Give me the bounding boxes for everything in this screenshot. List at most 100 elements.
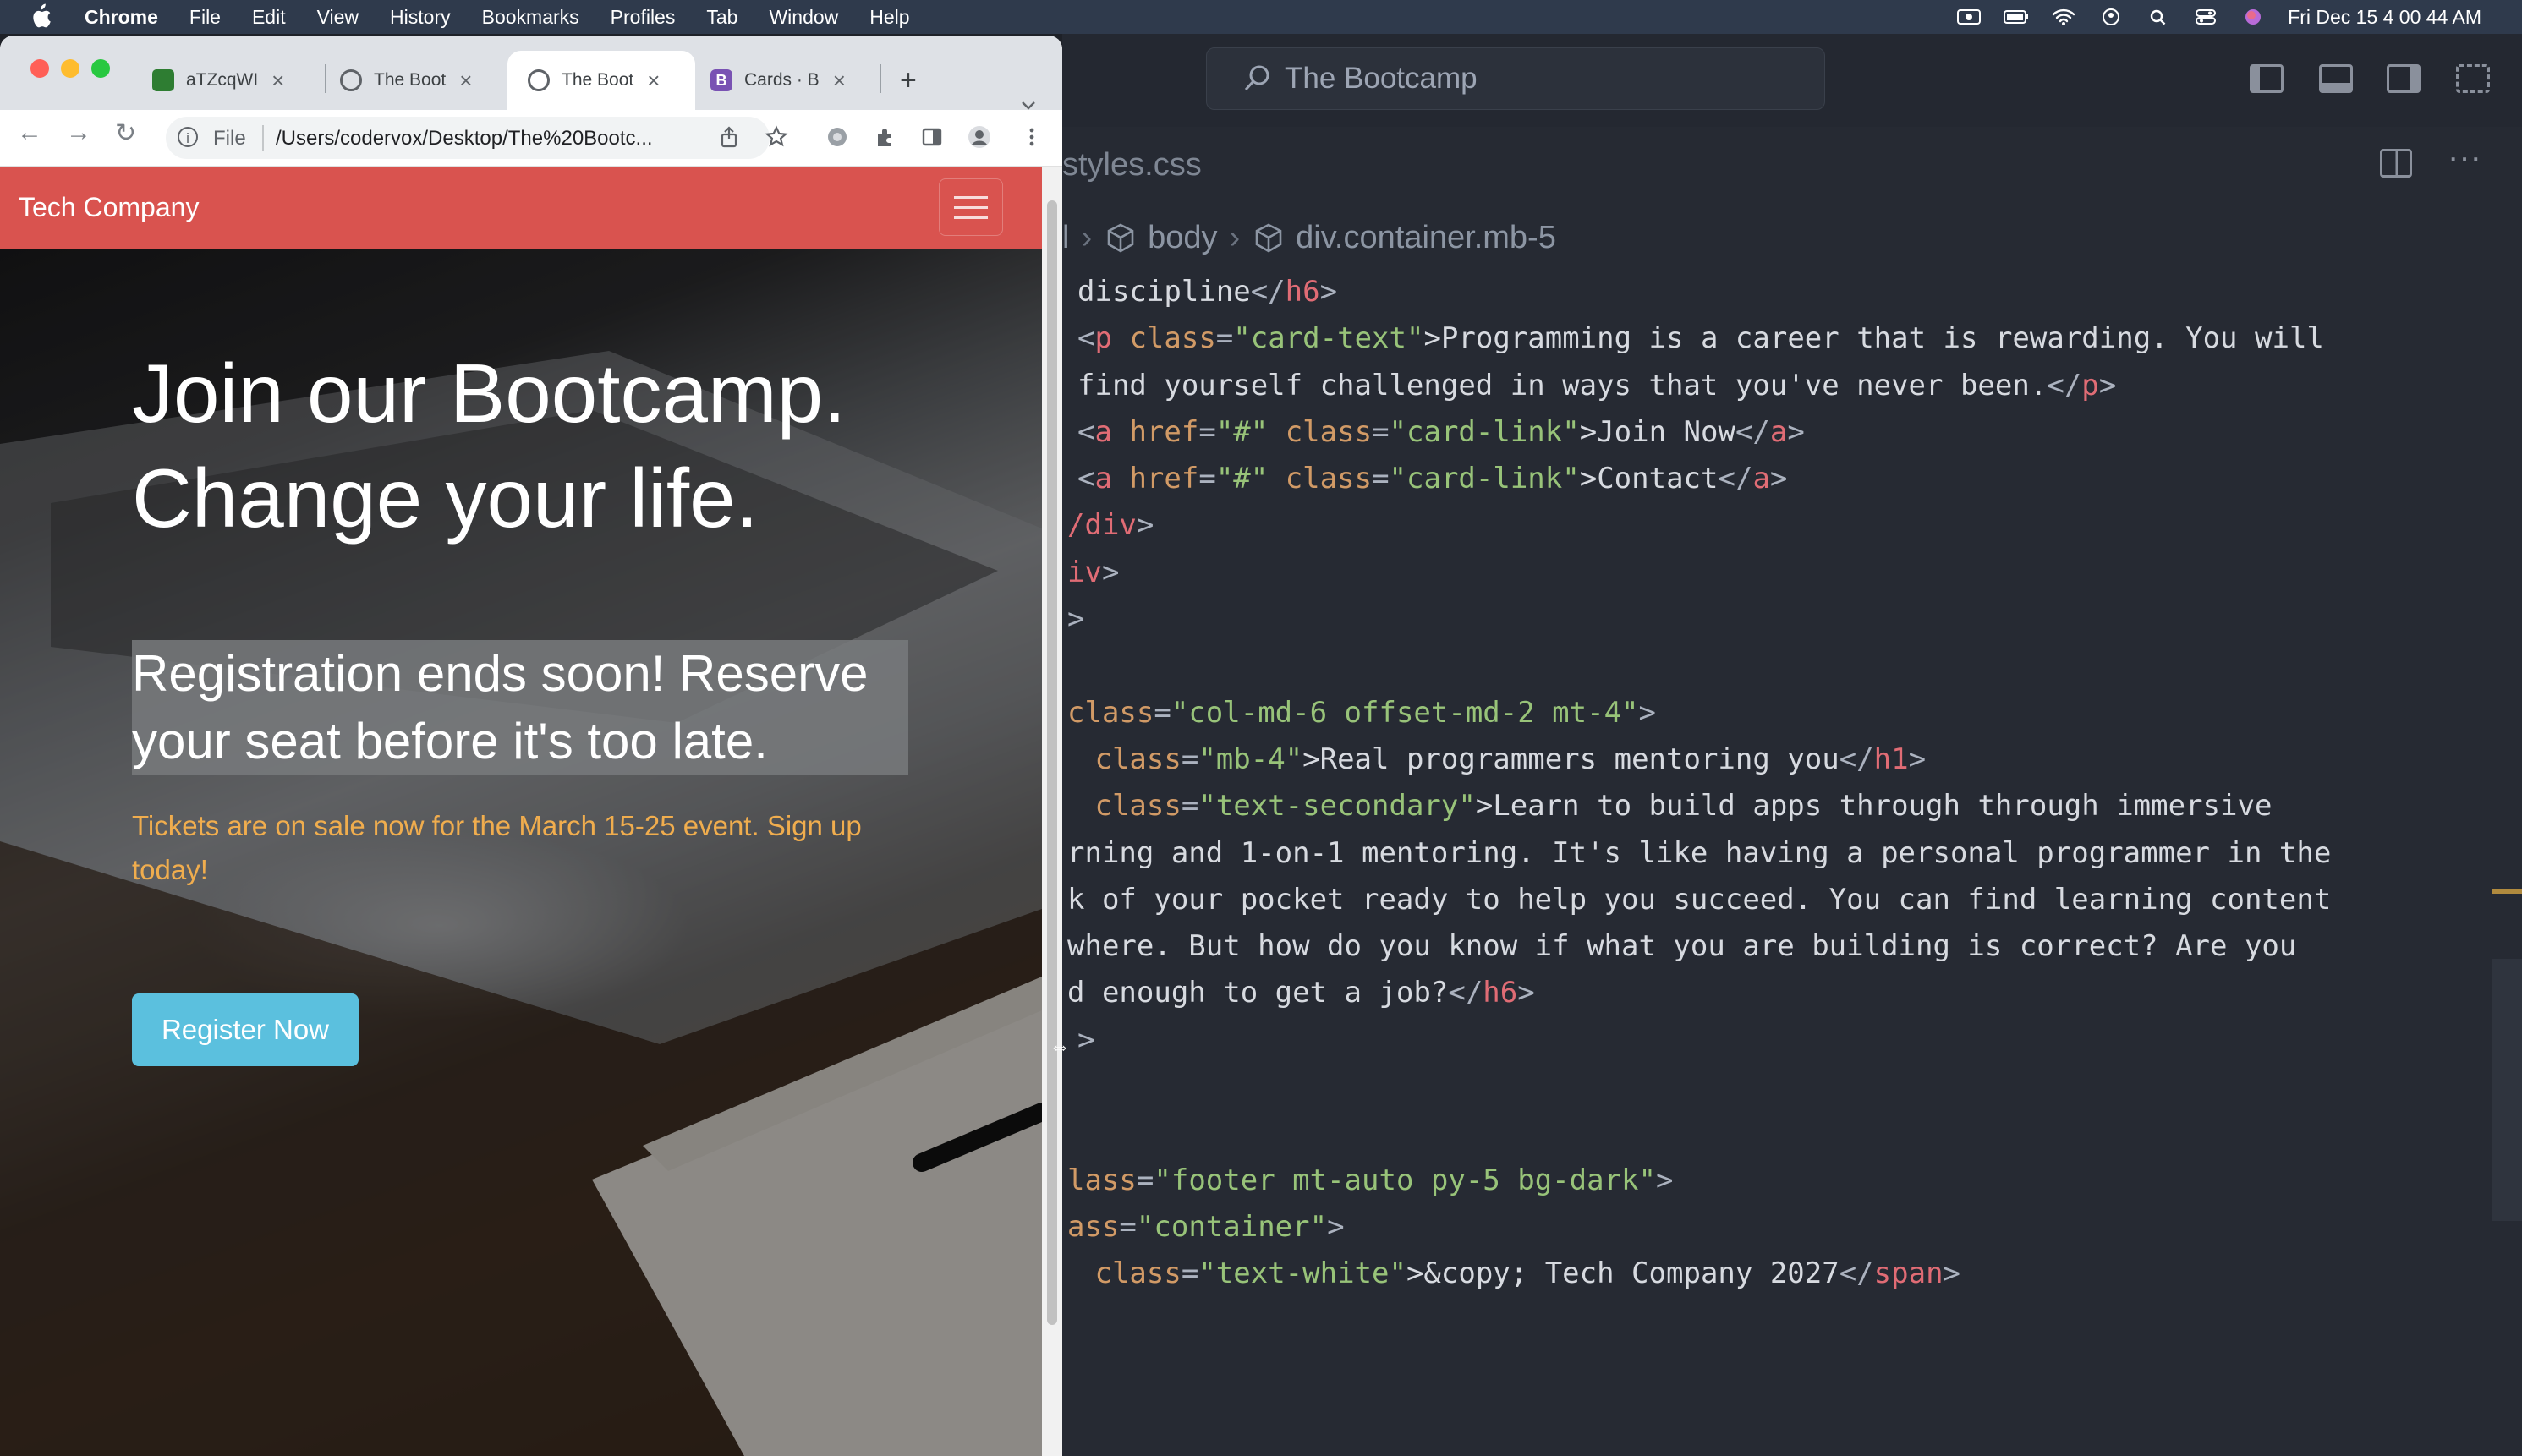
menu-tab[interactable]: Tab (706, 6, 737, 29)
code-line[interactable]: ass="container"> (1062, 1204, 2331, 1251)
code-token: >Programming is a career that is rewardi… (1423, 321, 2324, 356)
toggle-primary-sidebar-icon[interactable] (2250, 64, 2284, 93)
more-actions-icon[interactable]: ··· (2448, 139, 2481, 177)
scrollbar-thumb[interactable] (1047, 200, 1057, 1325)
web-page-viewport[interactable]: Tech Company Join our Bootcamp. Change y… (0, 167, 1042, 1456)
code-line[interactable] (1062, 643, 2331, 689)
side-panel-icon[interactable] (920, 125, 944, 149)
spotlight-search-icon[interactable] (2146, 8, 2171, 26)
reload-icon[interactable]: ↻ (115, 118, 136, 148)
menu-app-name[interactable]: Chrome (85, 6, 158, 29)
close-icon[interactable]: × (271, 68, 284, 94)
code-line[interactable]: d enough to get a job?</h6> (1062, 970, 2331, 1016)
address-bar[interactable]: i File /Users/codervox/Desktop/The%20Boo… (166, 117, 770, 159)
code-line[interactable]: iv> (1062, 550, 2331, 596)
code-line[interactable]: lass="footer mt-auto py-5 bg-dark"> (1062, 1158, 2331, 1204)
code-line[interactable]: where. But how do you know if what you a… (1062, 923, 2331, 970)
menu-window[interactable]: Window (769, 6, 838, 29)
control-center-icon[interactable] (2193, 8, 2218, 26)
screen-record-icon[interactable] (1956, 8, 1982, 26)
navbar-toggler-hamburger-icon[interactable] (939, 178, 1003, 236)
new-tab-button[interactable]: + (900, 51, 917, 110)
breadcrumb-item[interactable]: body (1148, 220, 1217, 256)
code-line[interactable]: /div> (1062, 502, 2331, 549)
code-token: = (1215, 321, 1234, 356)
code-line[interactable]: find yourself challenged in ways that yo… (1062, 363, 2331, 409)
code-token: k of your pocket ready to help you succe… (1067, 882, 2332, 917)
toggle-panel-icon[interactable] (2319, 64, 2353, 93)
close-window-button[interactable] (30, 59, 49, 78)
navbar-brand[interactable]: Tech Company (19, 192, 199, 223)
toggle-secondary-sidebar-icon[interactable] (2387, 64, 2421, 93)
customize-layout-icon[interactable] (2456, 64, 2490, 93)
share-icon[interactable] (717, 125, 741, 149)
puzzle-extensions-icon[interactable] (873, 125, 896, 149)
close-icon[interactable]: × (833, 68, 846, 94)
code-line[interactable]: > (1062, 1017, 2331, 1064)
split-editor-icon[interactable] (2380, 149, 2412, 178)
code-line[interactable]: k of your pocket ready to help you succe… (1062, 877, 2331, 923)
code-line[interactable]: rning and 1-on-1 mentoring. It's like ha… (1062, 830, 2331, 877)
hero-lead-text-selected[interactable]: Registration ends soon! Reserve your sea… (132, 640, 908, 775)
code-line[interactable]: <a href="#" class="card-link">Contact</a… (1062, 456, 2331, 502)
code-line[interactable]: discipline</h6> (1062, 269, 2331, 315)
browser-tab[interactable]: B Cards · B × (710, 51, 871, 110)
bookmark-star-icon[interactable] (765, 125, 788, 149)
code-token: >Contact (1579, 462, 1719, 496)
back-arrow-icon[interactable]: ← (17, 118, 42, 147)
code-line[interactable]: class="text-secondary">Learn to build ap… (1062, 783, 2331, 829)
profile-avatar-icon[interactable] (968, 125, 991, 149)
info-icon[interactable]: i (178, 127, 198, 147)
minimize-window-button[interactable] (61, 59, 79, 78)
menu-file[interactable]: File (189, 6, 221, 29)
menu-help[interactable]: Help (869, 6, 909, 29)
code-token: > (1656, 1163, 1674, 1197)
code-editor[interactable]: discipline</h6> <p class="card-text">Prog… (1062, 269, 2331, 1298)
browser-tab[interactable]: aTZcqWI × (152, 51, 310, 110)
code-token: class (1111, 321, 1216, 356)
zoom-window-button[interactable] (91, 59, 110, 78)
register-now-button[interactable]: Register Now (132, 993, 359, 1066)
code-token: >&copy; Tech Company 2027 (1406, 1256, 1839, 1291)
close-icon[interactable]: × (459, 68, 472, 94)
code-token: > (1943, 1256, 1961, 1291)
editor-scrollbar-slider[interactable] (2492, 959, 2522, 1221)
page-scrollbar[interactable] (1042, 167, 1062, 1456)
menu-edit[interactable]: Edit (252, 6, 286, 29)
menu-bookmarks[interactable]: Bookmarks (482, 6, 579, 29)
browser-tab-active[interactable]: The Boot × (507, 51, 695, 110)
user-account-icon[interactable] (2098, 8, 2124, 26)
close-icon[interactable]: × (647, 68, 660, 94)
code-line[interactable]: class="col-md-6 offset-md-2 mt-4"> (1062, 690, 2331, 736)
more-menu-icon[interactable] (1020, 125, 1044, 149)
breadcrumb-item[interactable]: div.container.mb-5 (1296, 220, 1556, 256)
forward-arrow-icon[interactable]: → (66, 118, 91, 147)
address-url[interactable]: /Users/codervox/Desktop/The%20Bootc... (276, 127, 653, 151)
code-token: class (1268, 462, 1373, 496)
code-line[interactable] (1062, 1110, 2331, 1157)
code-line[interactable]: <a href="#" class="card-link">Join Now</… (1062, 409, 2331, 456)
wifi-icon[interactable] (2051, 8, 2076, 26)
battery-icon[interactable] (2004, 8, 2029, 26)
code-token: h6 (1483, 976, 1518, 1010)
menu-history[interactable]: History (390, 6, 451, 29)
code-token: a (1752, 462, 1770, 496)
editor-tab-styles-css[interactable]: styles.css (1062, 147, 1202, 183)
code-line[interactable]: class="text-white">&copy; Tech Company 2… (1062, 1251, 2331, 1297)
breadcrumb-item[interactable]: l (1062, 220, 1069, 256)
menu-profiles[interactable]: Profiles (611, 6, 676, 29)
tab-strip: aTZcqWI × The Boot × The Boot × B Cards … (0, 36, 1062, 110)
siri-icon[interactable] (2240, 8, 2266, 26)
extension-icon[interactable] (825, 125, 849, 149)
code-line[interactable]: class="mb-4">Real programmers mentoring … (1062, 736, 2331, 783)
code-line[interactable] (1062, 1064, 2331, 1110)
browser-tab[interactable]: The Boot × (340, 51, 497, 110)
menu-view[interactable]: View (317, 6, 359, 29)
html-element-cube-icon (1107, 223, 1134, 252)
apple-icon[interactable] (29, 3, 52, 29)
code-line[interactable]: > (1062, 596, 2331, 643)
command-center-search[interactable]: The Bootcamp (1206, 47, 1825, 110)
menubar-clock[interactable]: Fri Dec 15 4 00 44 AM (2288, 6, 2481, 29)
code-token: discipline (1077, 275, 1251, 309)
code-line[interactable]: <p class="card-text">Programming is a ca… (1062, 315, 2331, 362)
